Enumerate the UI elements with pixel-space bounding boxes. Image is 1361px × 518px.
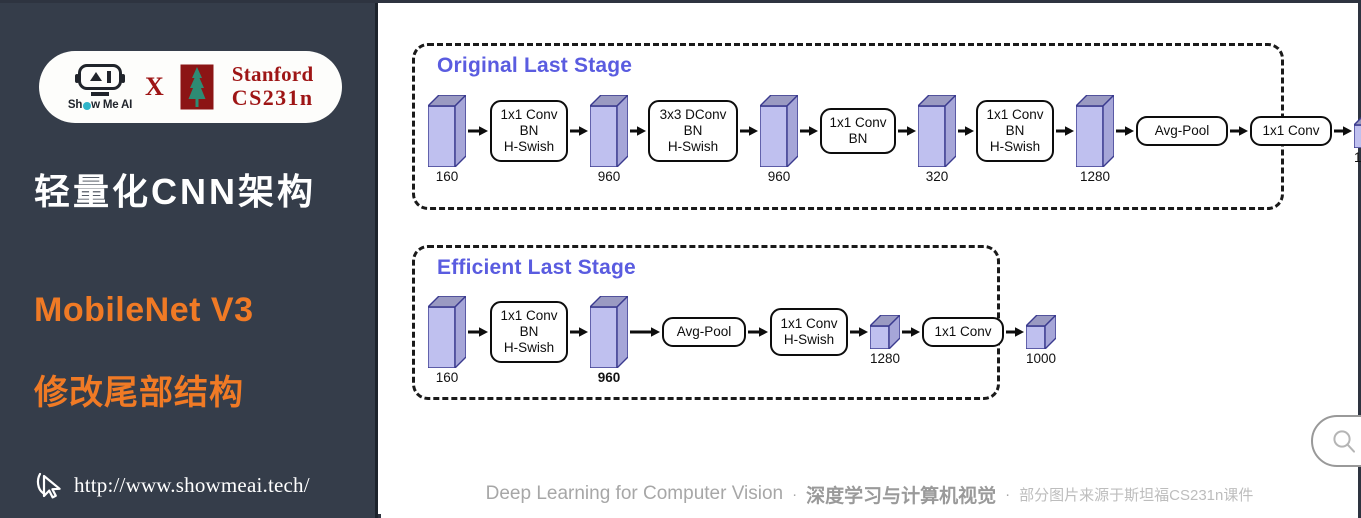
channel-count-label: 960 <box>597 169 621 184</box>
robot-head-icon <box>75 63 125 90</box>
stanford-tree-icon <box>175 61 219 113</box>
globe-icon <box>82 101 91 110</box>
flow-arrow <box>468 325 488 339</box>
op-block-line: BN <box>519 324 539 340</box>
op-block-1x1-conv: 1x1 Conv BN H-Swish <box>490 301 568 363</box>
flow-arrow <box>740 124 758 138</box>
flow-arrow <box>800 124 818 138</box>
flow-arrow <box>1006 325 1024 339</box>
flow-arrow <box>1116 124 1134 138</box>
showmeai-logo: Sh w Me AI <box>61 63 139 111</box>
footer-chinese: 深度学习与计算机视觉 <box>806 485 997 507</box>
showmeai-wordmark: Sh w Me AI <box>67 98 133 111</box>
sidebar-url-row[interactable]: http://www.showmeai.tech/ <box>34 469 310 501</box>
op-block-line: 1x1 Conv <box>1262 123 1320 139</box>
op-block-avg-pool: Avg-Pool <box>1136 116 1228 146</box>
feature-slab: 1280 <box>1076 95 1114 184</box>
flow-arrow <box>630 325 660 339</box>
cursor-pointer-icon <box>36 472 61 499</box>
feature-slab: 160 <box>428 95 466 184</box>
feature-slab: 160 <box>428 296 466 385</box>
op-block-1x1-conv: 1x1 Conv BN H-Swish <box>490 100 568 162</box>
feature-slab: 960 <box>590 95 628 184</box>
brand-logo-pill: Sh w Me AI X Stanford CS231n <box>39 51 342 123</box>
footer-english: Deep Learning for Computer Vision <box>485 483 784 504</box>
flow-arrow <box>902 325 920 339</box>
stage-title-original: Original Last Stage <box>437 54 633 77</box>
sidebar-subtitle-topic: 修改尾部结构 <box>34 374 244 412</box>
op-block-line: BN <box>1005 123 1025 139</box>
flow-arrow <box>958 124 974 138</box>
slide-root: Sh w Me AI X Stanford CS231n 轻量化CNN架构 Mob… <box>0 0 1361 518</box>
op-block-line: H-Swish <box>989 138 1041 154</box>
sidebar-subtitle-model: MobileNet V3 <box>34 291 254 329</box>
stanford-course-label: Stanford CS231n <box>231 61 314 111</box>
channel-count-label: 160 <box>435 370 459 385</box>
op-block-line: 1x1 Conv <box>934 324 992 340</box>
op-block-line: 1x1 Conv <box>780 316 838 332</box>
op-block-line: Avg-Pool <box>1154 123 1210 139</box>
feature-slab: 960 <box>760 95 798 184</box>
op-block-avg-pool: Avg-Pool <box>662 317 746 347</box>
op-block-line: 3x3 DConv <box>659 107 727 123</box>
channel-count-label: 1000 <box>1025 351 1057 366</box>
robot-stand-icon <box>91 91 109 96</box>
channel-count-label: 960 <box>767 169 791 184</box>
op-block-line: BN <box>848 131 868 146</box>
flow-arrow <box>570 124 588 138</box>
channel-count-label: 320 <box>925 169 949 184</box>
bar-icon <box>106 70 111 83</box>
flow-arrow <box>468 124 488 138</box>
flow-arrow <box>850 325 868 339</box>
feature-slab: 960 <box>590 296 628 385</box>
sidebar-title: 轻量化CNN架构 <box>34 171 316 212</box>
flow-arrow <box>1334 124 1352 138</box>
channel-count-label: 1280 <box>1079 169 1111 184</box>
footer-dot-1: · <box>792 485 798 503</box>
sidebar: Sh w Me AI X Stanford CS231n 轻量化CNN架构 Mob… <box>0 3 378 518</box>
flow-arrow <box>748 325 768 339</box>
op-block-line: H-Swish <box>667 138 719 154</box>
footer-dot-2: · <box>1005 485 1011 503</box>
channel-count-label: 1000 <box>1353 150 1361 165</box>
cross-symbol: X <box>145 72 164 101</box>
feature-slab: 320 <box>918 95 956 184</box>
flow-arrow <box>570 325 588 339</box>
feature-cube: 1000 <box>1354 114 1361 165</box>
caret-up-icon <box>89 72 102 81</box>
flow-arrow <box>1056 124 1074 138</box>
op-block-line: 1x1 Conv <box>986 107 1044 123</box>
channel-count-label: 960 <box>597 370 621 385</box>
op-block-1x1-conv: 1x1 Conv BN <box>820 108 896 154</box>
stage-title-efficient: Efficient Last Stage <box>437 256 636 279</box>
sidebar-url-text: http://www.showmeai.tech/ <box>74 472 310 497</box>
op-block-1x1-conv: 1x1 Conv H-Swish <box>770 308 848 356</box>
op-block-1x1-conv: 1x1 Conv <box>1250 116 1332 146</box>
flow-arrow <box>1230 124 1248 138</box>
footer-note: 部分图片来源于斯坦福CS231n课件 <box>1019 486 1254 504</box>
op-block-line: Avg-Pool <box>676 324 732 340</box>
op-block-line: H-Swish <box>503 138 555 154</box>
feature-cube: 1280 <box>870 315 900 366</box>
op-block-line: 1x1 Conv <box>500 308 558 324</box>
channel-count-label: 1280 <box>869 351 901 366</box>
search-bar[interactable]: 搜索 | 微信 ShowMeAI 研究中心 <box>1311 415 1361 467</box>
op-block-line: H-Swish <box>503 339 555 355</box>
op-block-line: 1x1 Conv <box>500 107 558 123</box>
search-icon <box>1333 430 1355 453</box>
op-block-line: BN <box>519 123 539 139</box>
footer-bar: Deep Learning for Computer Vision · 深度学习… <box>381 475 1358 513</box>
op-block-line: H-Swish <box>783 332 835 347</box>
op-block-1x1-conv: 1x1 Conv BN H-Swish <box>976 100 1054 162</box>
main-content: Original Last Stage Efficient Last Stage… <box>381 3 1361 518</box>
feature-cube: 1000 <box>1026 315 1056 366</box>
op-block-1x1-conv: 1x1 Conv <box>922 317 1004 347</box>
flow-arrow <box>630 124 646 138</box>
flow-arrow <box>898 124 916 138</box>
op-block-line: 1x1 Conv <box>829 115 887 131</box>
op-block-line: BN <box>683 123 703 139</box>
channel-count-label: 160 <box>435 169 459 184</box>
op-block-3x3-dconv: 3x3 DConv BN H-Swish <box>648 100 738 162</box>
